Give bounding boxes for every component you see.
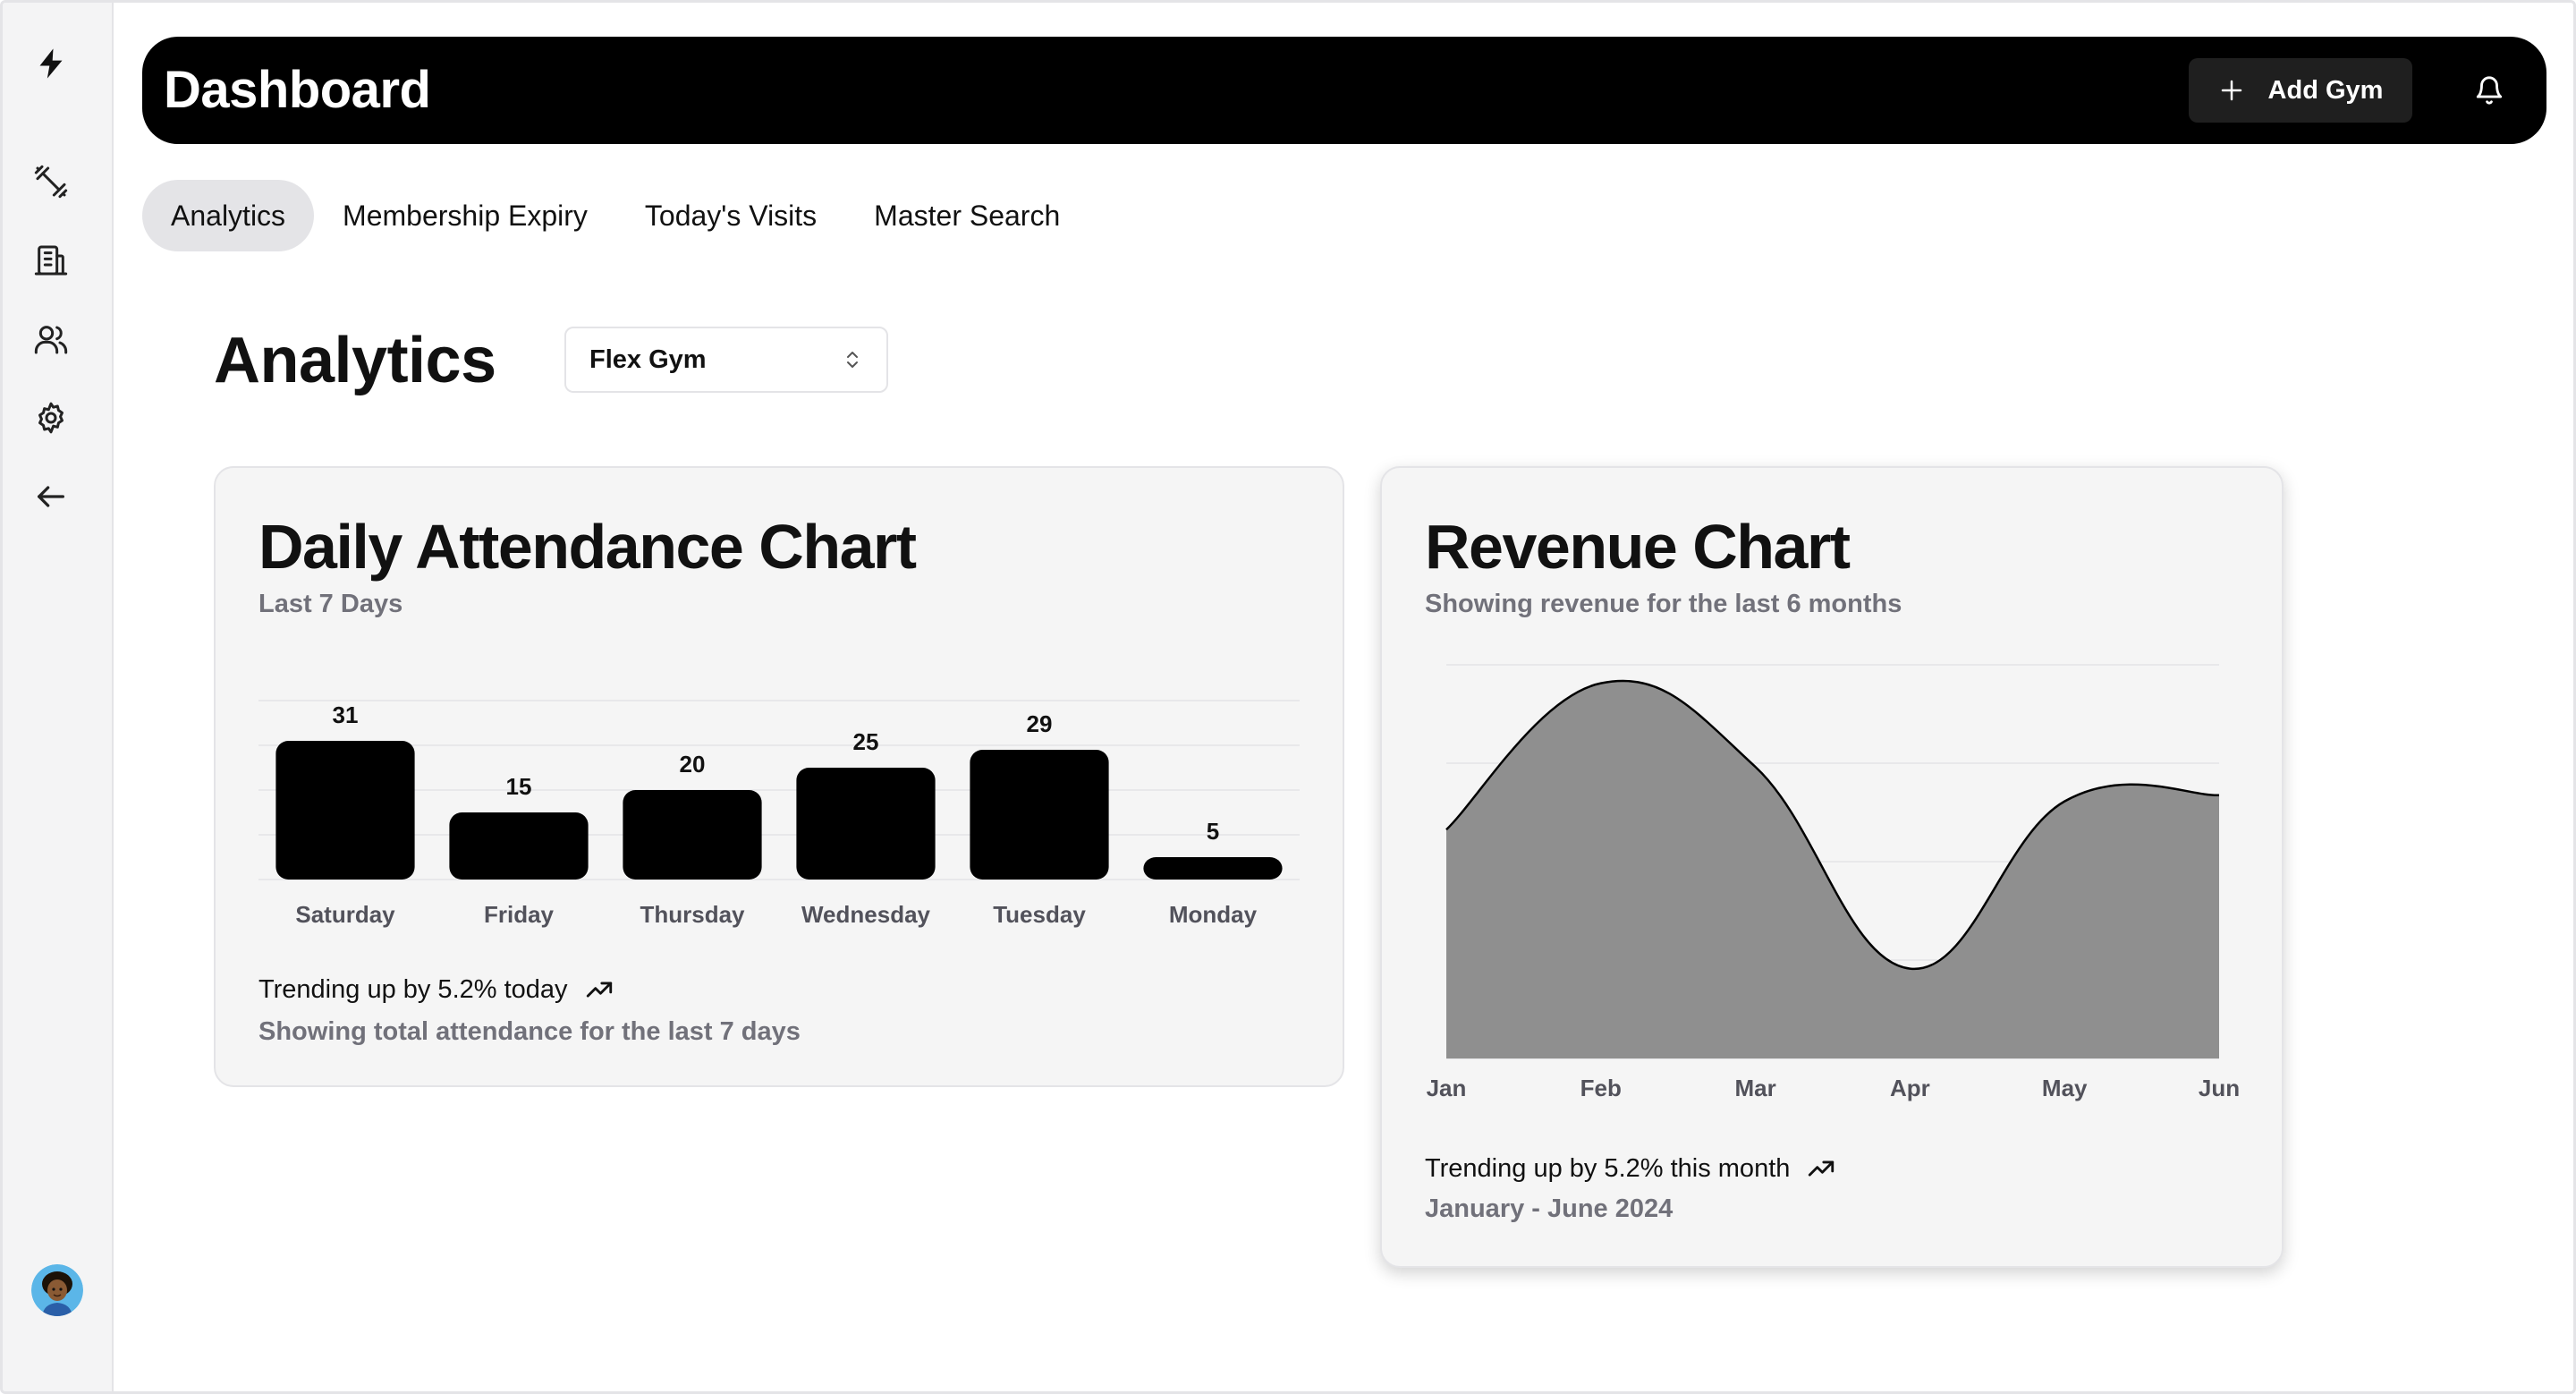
- bell-icon[interactable]: [2466, 67, 2512, 114]
- tab-analytics[interactable]: Analytics: [142, 180, 315, 251]
- app-window: Dashboard Add Gym Analytics Membership E…: [0, 0, 2576, 1394]
- add-gym-label: Add Gym: [2267, 75, 2384, 105]
- bar[interactable]: [796, 768, 936, 880]
- dumbbell-icon[interactable]: [24, 155, 78, 208]
- bar-value-label: 15: [506, 773, 532, 800]
- revenue-trend-text: Trending up by 5.2% this month: [1425, 1153, 1791, 1183]
- gym-select[interactable]: Flex Gym: [564, 327, 888, 393]
- revenue-area-chart: Jan Feb Mar Apr May Jun: [1427, 664, 2240, 1101]
- bar[interactable]: [970, 750, 1109, 880]
- bar[interactable]: [1143, 857, 1283, 880]
- x-tick-label: Tuesday: [993, 901, 1086, 928]
- bar-value-label: 25: [853, 728, 879, 755]
- x-tick-label: Saturday: [295, 901, 395, 928]
- tab-membership-expiry[interactable]: Membership Expiry: [314, 180, 616, 251]
- revenue-footnote: January - June 2024: [1425, 1194, 1674, 1223]
- x-tick-label: Thursday: [640, 901, 745, 928]
- bar-value-label: 5: [1207, 818, 1219, 845]
- tab-bar: Analytics Membership Expiry Today's Visi…: [142, 180, 1089, 251]
- tab-master-search[interactable]: Master Search: [845, 180, 1089, 251]
- top-header: Dashboard Add Gym: [142, 37, 2546, 144]
- gear-icon[interactable]: [24, 391, 78, 445]
- bar-value-label: 31: [333, 701, 359, 728]
- attendance-card: Daily Attendance Chart Last 7 Days 31 Sat…: [214, 466, 1344, 1087]
- attendance-trend: Trending up by 5.2% today: [258, 974, 614, 1005]
- users-icon[interactable]: [24, 312, 78, 366]
- trending-up-icon: [586, 982, 612, 998]
- x-tick-label: Feb: [1580, 1075, 1622, 1101]
- user-avatar[interactable]: [31, 1264, 83, 1316]
- x-tick-label: Friday: [484, 901, 555, 928]
- attendance-bar-chart: 31 Saturday 15 Friday 20 Thursday 25 Wednesday 2…: [258, 700, 1300, 928]
- x-tick-label: Jun: [2199, 1075, 2240, 1101]
- bar[interactable]: [275, 741, 415, 880]
- x-tick-label: May: [2042, 1075, 2088, 1101]
- sidebar: [3, 3, 114, 1391]
- attendance-footnote: Showing total attendance for the last 7 …: [258, 1017, 801, 1046]
- arrow-left-icon[interactable]: [24, 470, 78, 523]
- x-tick-label: Apr: [1890, 1075, 1930, 1101]
- x-tick-label: Wednesday: [801, 901, 931, 928]
- bar[interactable]: [623, 790, 762, 880]
- bolt-logo-icon[interactable]: [24, 37, 78, 90]
- x-tick-label: Mar: [1734, 1075, 1775, 1101]
- bar-value-label: 29: [1027, 710, 1053, 737]
- plus-icon: [2221, 80, 2241, 101]
- bar-value-label: 20: [680, 751, 706, 778]
- add-gym-button[interactable]: Add Gym: [2189, 58, 2412, 123]
- attendance-trend-text: Trending up by 5.2% today: [258, 974, 568, 1004]
- x-tick-label: Monday: [1169, 901, 1258, 928]
- trending-up-icon: [1809, 1160, 1835, 1177]
- revenue-card: Revenue Chart Showing revenue for the la…: [1380, 466, 2284, 1268]
- chevron-up-down-icon: [847, 352, 858, 368]
- x-tick-label: Jan: [1427, 1075, 1467, 1101]
- page-title: Analytics: [214, 325, 496, 396]
- tab-todays-visits[interactable]: Today's Visits: [616, 180, 845, 251]
- header-title: Dashboard: [164, 61, 431, 119]
- building-icon[interactable]: [24, 234, 78, 287]
- bar[interactable]: [449, 812, 589, 880]
- gym-select-value: Flex Gym: [589, 344, 707, 374]
- revenue-trend: Trending up by 5.2% this month: [1425, 1153, 1836, 1184]
- revenue-area: [1446, 680, 2219, 1058]
